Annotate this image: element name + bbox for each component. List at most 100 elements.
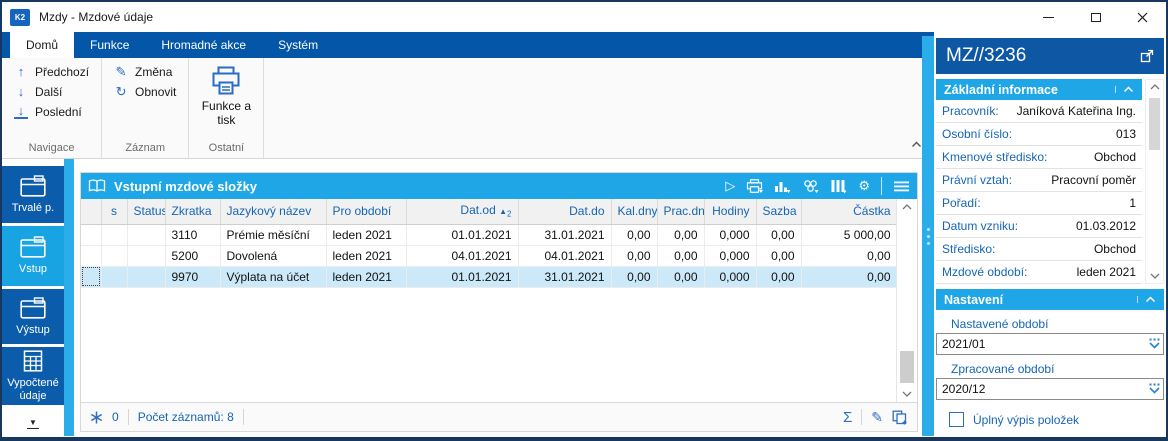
table-cell[interactable]: 0,000 <box>704 245 757 267</box>
table-cell[interactable]: 01.01.2021 <box>406 266 519 288</box>
zpracovane-obdobi-input[interactable] <box>937 380 1147 398</box>
nastavene-obdobi-input[interactable] <box>937 335 1147 353</box>
table-cell[interactable] <box>127 245 166 267</box>
table-cell[interactable] <box>81 224 102 246</box>
column-header-sazba[interactable]: Sazba <box>756 199 802 225</box>
table-cell[interactable]: leden 2021 <box>326 245 407 267</box>
sidebar-item-vstup[interactable]: Vstup <box>2 226 64 286</box>
table-cell[interactable] <box>101 266 128 288</box>
table-cell[interactable] <box>127 224 166 246</box>
edit-button[interactable]: ✎ <box>871 409 883 426</box>
table-cell[interactable]: Dovolená <box>220 245 327 267</box>
table-cell[interactable] <box>127 266 166 288</box>
table-cell[interactable]: leden 2021 <box>326 224 407 246</box>
table-cell[interactable]: 31.01.2021 <box>518 224 612 246</box>
tab-system[interactable]: Systém <box>262 32 334 58</box>
posledni-button[interactable]: ↓ Poslední <box>6 103 97 121</box>
minimize-button[interactable] <box>1025 2 1072 32</box>
basic-info-header[interactable]: Základní informace <box>936 79 1142 100</box>
table-cell[interactable]: Výplata na účet <box>220 266 327 288</box>
columns-button[interactable] <box>830 179 847 194</box>
column-header-zkratka[interactable]: Zkratka <box>165 199 221 225</box>
table-cell[interactable]: 5200 <box>165 245 221 267</box>
menu-button[interactable] <box>893 180 910 193</box>
column-header-selector[interactable] <box>81 199 102 225</box>
table-cell[interactable]: 01.01.2021 <box>406 224 519 246</box>
scroll-up-arrow-icon[interactable] <box>1146 84 1163 90</box>
obnovit-button[interactable]: ↻ Obnovit <box>106 83 184 101</box>
table-cell[interactable]: Prémie měsíční <box>220 224 327 246</box>
column-header-dat-do[interactable]: Dat.do <box>518 199 612 225</box>
settings-header[interactable]: Nastavení <box>936 289 1164 310</box>
table-cell[interactable]: 0,00 <box>756 245 802 267</box>
run-button[interactable]: ▷ <box>725 179 735 193</box>
table-cell[interactable]: 0,000 <box>704 224 757 246</box>
column-header-prac-dny[interactable]: Prac.dny <box>657 199 705 225</box>
table-cell[interactable]: 0,00 <box>801 245 898 267</box>
table-cell[interactable] <box>101 245 128 267</box>
table-cell[interactable]: 9970 <box>165 266 221 288</box>
column-header-dat-od[interactable]: Dat.od ▲2 <box>406 199 519 225</box>
panel-vertical-scrollbar[interactable] <box>1145 79 1164 284</box>
scrollbar-thumb[interactable] <box>900 351 914 383</box>
table-cell[interactable]: 0,00 <box>657 245 705 267</box>
table-cell[interactable]: 0,00 <box>657 224 705 246</box>
column-header-s[interactable]: s <box>101 199 128 225</box>
table-cell[interactable]: 31.01.2021 <box>518 266 612 288</box>
table-cell[interactable]: 0,00 <box>611 266 658 288</box>
full-listing-checkbox[interactable] <box>949 412 964 427</box>
table-cell[interactable]: 0,00 <box>611 245 658 267</box>
tab-funkce[interactable]: Funkce <box>74 32 145 58</box>
column-header-status[interactable]: Status <box>127 199 166 225</box>
table-cell[interactable]: 0,00 <box>801 266 898 288</box>
copy-add-icon[interactable] <box>892 410 908 425</box>
scroll-down-arrow-icon[interactable] <box>1146 273 1163 279</box>
table-cell[interactable]: 0,000 <box>704 266 757 288</box>
panel-splitter[interactable] <box>922 36 934 436</box>
table-cell[interactable]: 0,00 <box>657 266 705 288</box>
print-button[interactable] <box>746 178 764 194</box>
sidebar-collapse-button[interactable]: ▼ <box>2 410 64 436</box>
tab-domu[interactable]: Domů <box>10 32 75 58</box>
column-header-jazykovy-nazev[interactable]: Jazykový název <box>220 199 327 225</box>
table-cell[interactable] <box>101 224 128 246</box>
column-header-pro-obdobi[interactable]: Pro období <box>326 199 407 225</box>
table-cell[interactable]: 04.01.2021 <box>518 245 612 267</box>
funkce-a-tisk-button[interactable]: Funkce a tisk <box>193 63 259 128</box>
table-cell[interactable]: 3110 <box>165 224 221 246</box>
scroll-down-arrow-icon[interactable] <box>897 391 917 397</box>
open-external-button[interactable] <box>1140 49 1154 63</box>
sum-button[interactable]: Σ <box>843 409 852 426</box>
zmena-button[interactable]: ✎ Změna <box>106 63 184 81</box>
column-header-kal-dny[interactable]: Kal.dny <box>611 199 658 225</box>
table-cell-focused[interactable] <box>81 266 102 288</box>
period-dropdown-icon[interactable] <box>1147 338 1162 350</box>
dalsi-button[interactable]: ↓ Další <box>6 83 97 101</box>
scrollbar-thumb[interactable] <box>1149 98 1160 150</box>
table-cell[interactable] <box>81 245 102 267</box>
maximize-button[interactable] <box>1072 2 1119 32</box>
collapse-section-button[interactable] <box>1137 296 1156 303</box>
sidebar-item-vystup[interactable]: Výstup <box>2 289 64 344</box>
collapse-section-button[interactable] <box>1115 86 1134 93</box>
tab-hromadne-akce[interactable]: Hromadné akce <box>145 32 262 58</box>
table-cell[interactable]: 0,00 <box>756 266 802 288</box>
ribbon-collapse-button[interactable] <box>911 137 922 151</box>
column-header-hodiny[interactable]: Hodiny <box>704 199 757 225</box>
table-cell[interactable]: 0,00 <box>756 224 802 246</box>
table-cell[interactable]: 0,00 <box>611 224 658 246</box>
settings-button[interactable]: ⚙ <box>858 179 870 193</box>
table-cell[interactable]: leden 2021 <box>326 266 407 288</box>
close-button[interactable] <box>1119 2 1166 32</box>
period-dropdown-icon[interactable] <box>1147 383 1162 395</box>
predchozi-button[interactable]: ↑ Předchozí <box>6 63 97 81</box>
table-cell[interactable]: 04.01.2021 <box>406 245 519 267</box>
scroll-up-arrow-icon[interactable] <box>897 204 917 210</box>
grid-vertical-scrollbar[interactable] <box>896 199 917 402</box>
table-cell[interactable]: 5 000,00 <box>801 224 898 246</box>
chart-button[interactable] <box>774 179 791 194</box>
column-header-castka[interactable]: Částka <box>801 199 898 225</box>
sidebar-item-vypoctene-udaje[interactable]: Vypočtené údaje <box>2 347 64 405</box>
relations-button[interactable] <box>802 179 819 194</box>
sidebar-item-trvale[interactable]: Trvalé p. <box>2 166 64 223</box>
